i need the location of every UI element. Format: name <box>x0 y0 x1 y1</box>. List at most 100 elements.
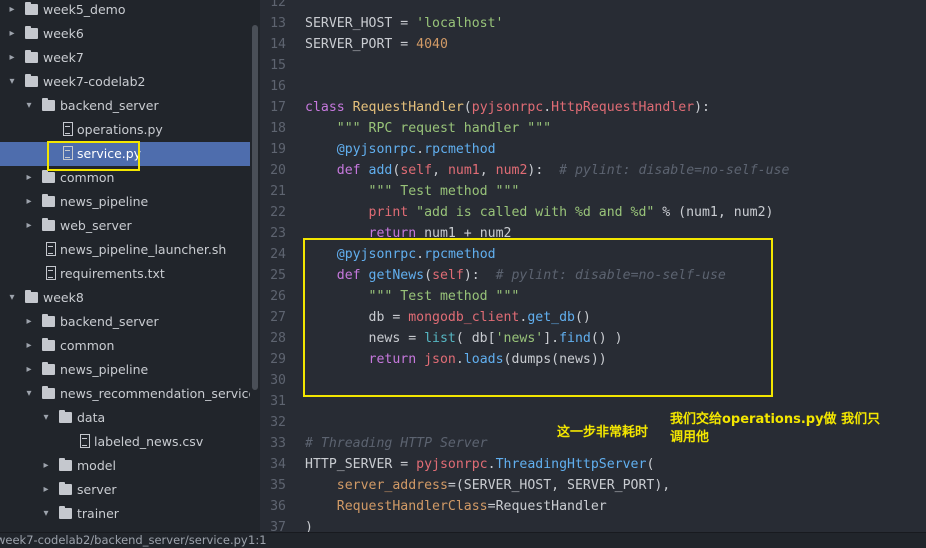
tree-folder[interactable]: ▸ week7 <box>0 46 250 70</box>
folder-icon <box>42 218 55 231</box>
tree-item-label: data <box>77 410 106 425</box>
code-token: , <box>432 163 448 178</box>
code-token: ) <box>305 520 313 532</box>
chevron-down-icon[interactable]: ▾ <box>40 502 52 526</box>
code-token: self <box>400 163 433 178</box>
tree-folder[interactable]: ▸ backend_server <box>0 310 250 334</box>
annotation-operations-line2: 调用他 <box>670 430 710 445</box>
folder-icon <box>25 74 38 87</box>
tree-item-label: news_recommendation_service <box>60 386 250 401</box>
chevron-right-icon[interactable]: ▸ <box>23 358 35 382</box>
code-token: , <box>479 163 496 178</box>
chevron-right-icon[interactable]: ▸ <box>6 22 18 46</box>
code-line[interactable]: 19 @pyjsonrpc.rpcmethod <box>260 139 926 160</box>
tree-item-label: week5_demo <box>43 2 126 17</box>
code-line[interactable]: 36 RequestHandlerClass=RequestHandler <box>260 496 926 517</box>
code-text: print "add is called with %d and %d" % (… <box>305 202 774 223</box>
tree-folder[interactable]: ▾ week7-codelab2 <box>0 70 250 94</box>
tree-folder[interactable]: ▸ week6 <box>0 22 250 46</box>
tree-folder[interactable]: ▸ server <box>0 478 250 502</box>
tree-file[interactable]: operations.py <box>0 118 250 142</box>
chevron-right-icon[interactable]: ▸ <box>23 334 35 358</box>
chevron-right-icon[interactable]: ▸ <box>40 454 52 478</box>
status-cursor-position[interactable]: 1:1 <box>248 533 267 548</box>
chevron-right-icon[interactable]: ▸ <box>23 214 35 238</box>
tree-folder[interactable]: ▸ week5_demo <box>0 0 250 22</box>
line-number: 22 <box>270 205 286 220</box>
line-number: 37 <box>270 520 286 532</box>
chevron-down-icon[interactable]: ▾ <box>23 94 35 118</box>
folder-icon <box>59 458 72 471</box>
annotation-operations-line1: 我们交给operations.py做 我们只 <box>670 412 881 427</box>
folder-icon <box>42 170 55 183</box>
code-token: SERVER_HOST = <box>305 16 417 31</box>
tree-folder[interactable]: ▾ backend_server <box>0 94 250 118</box>
code-line[interactable]: 16 <box>260 76 926 97</box>
sidebar-scrollbar[interactable] <box>252 25 258 390</box>
file-icon <box>46 266 56 280</box>
code-token: pyjsonrpc <box>416 457 488 472</box>
folder-icon <box>59 410 72 423</box>
code-line[interactable]: 35 server_address=(SERVER_HOST, SERVER_P… <box>260 475 926 496</box>
service-file-highlight-box <box>47 141 140 171</box>
code-line[interactable]: 12 <box>260 0 926 13</box>
code-line[interactable]: 17 class RequestHandler(pyjsonrpc.HttpReq… <box>260 97 926 118</box>
code-line[interactable]: 20 def add(self, num1, num2): # pylint: … <box>260 160 926 181</box>
line-number: 36 <box>270 499 286 514</box>
code-line[interactable]: 13 SERVER_HOST = 'localhost' <box>260 13 926 34</box>
code-token: pyjsonrpc <box>471 100 544 115</box>
tree-folder[interactable]: ▸ model <box>0 454 250 478</box>
code-token: @pyjsonrpc <box>336 142 417 157</box>
code-token: % (num1, num2) <box>654 205 774 220</box>
chevron-right-icon[interactable]: ▸ <box>23 310 35 334</box>
chevron-right-icon[interactable]: ▸ <box>23 190 35 214</box>
chevron-right-icon[interactable]: ▸ <box>6 46 18 70</box>
code-token: # Threading HTTP Server <box>305 436 488 451</box>
tree-folder[interactable]: ▾ week8 <box>0 286 250 310</box>
tree-folder[interactable]: ▾ trainer <box>0 502 250 526</box>
code-text: """ Test method """ <box>305 181 520 202</box>
code-line[interactable]: 34 HTTP_SERVER = pyjsonrpc.ThreadingHttpS… <box>260 454 926 475</box>
chevron-right-icon[interactable]: ▸ <box>23 166 35 190</box>
line-number: 12 <box>270 0 286 10</box>
chevron-down-icon[interactable]: ▾ <box>23 382 35 406</box>
folder-icon <box>42 194 55 207</box>
line-number: 14 <box>270 37 286 52</box>
tree-file[interactable]: labeled_news.csv <box>0 430 250 454</box>
code-line[interactable]: 14 SERVER_PORT = 4040 <box>260 34 926 55</box>
chevron-down-icon[interactable]: ▾ <box>6 70 18 94</box>
chevron-down-icon[interactable]: ▾ <box>40 406 52 430</box>
folder-icon <box>25 290 38 303</box>
tree-item-label: operations.py <box>77 122 163 137</box>
line-number: 34 <box>270 457 286 472</box>
line-number: 24 <box>270 247 286 262</box>
code-line[interactable]: 22 print "add is called with %d and %d" … <box>260 202 926 223</box>
tree-folder[interactable]: ▸ news_pipeline <box>0 190 250 214</box>
tree-folder[interactable]: ▸ web_server <box>0 214 250 238</box>
line-number: 15 <box>270 58 286 73</box>
code-text: """ RPC request handler """ <box>305 118 551 139</box>
tree-file[interactable]: news_pipeline_launcher.sh <box>0 238 250 262</box>
code-token: "add is called with %d and %d" <box>416 205 655 220</box>
tree-folder[interactable]: ▾ data <box>0 406 250 430</box>
chevron-down-icon[interactable]: ▾ <box>6 286 18 310</box>
code-token: ( <box>646 457 655 472</box>
code-line[interactable]: 15 <box>260 55 926 76</box>
status-file-path[interactable]: week7-codelab2/backend_server/service.py <box>0 533 248 548</box>
tree-file[interactable]: requirements.txt <box>0 262 250 286</box>
code-line[interactable]: 37) <box>260 517 926 532</box>
tree-folder[interactable]: ▾ news_recommendation_service <box>0 382 250 406</box>
line-number: 25 <box>270 268 286 283</box>
tree-folder[interactable]: ▸ news_pipeline <box>0 358 250 382</box>
code-token: SERVER_PORT = <box>305 37 417 52</box>
folder-icon <box>42 338 55 351</box>
chevron-right-icon[interactable]: ▸ <box>6 0 18 22</box>
tree-folder[interactable]: ▸ common <box>0 334 250 358</box>
line-number: 33 <box>270 436 286 451</box>
code-line[interactable]: 21 """ Test method """ <box>260 181 926 202</box>
chevron-right-icon[interactable]: ▸ <box>40 478 52 502</box>
tree-item-label: news_pipeline <box>60 362 149 377</box>
code-token: RequestHandlerClass <box>336 499 488 514</box>
code-line[interactable]: 18 """ RPC request handler """ <box>260 118 926 139</box>
